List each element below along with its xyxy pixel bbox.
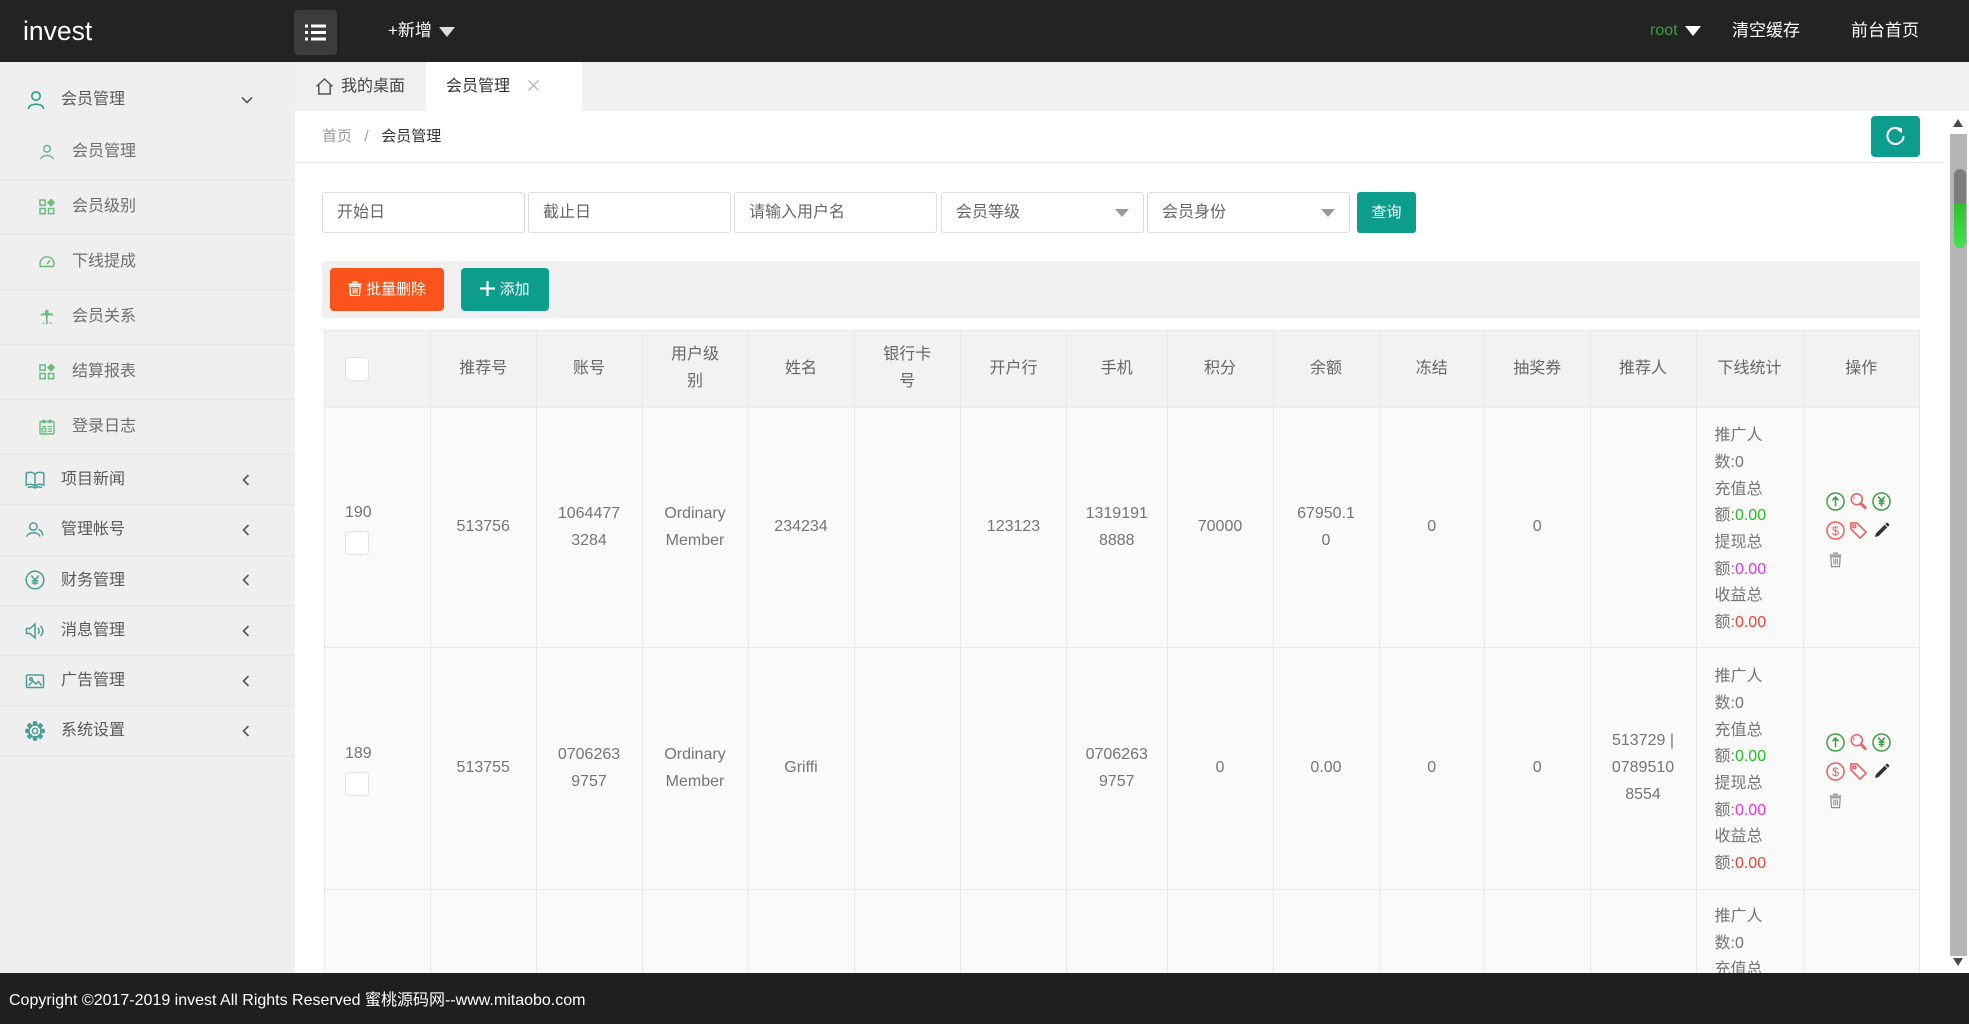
- svg-text:$: $: [1832, 765, 1839, 779]
- svg-text:$: $: [1832, 524, 1839, 538]
